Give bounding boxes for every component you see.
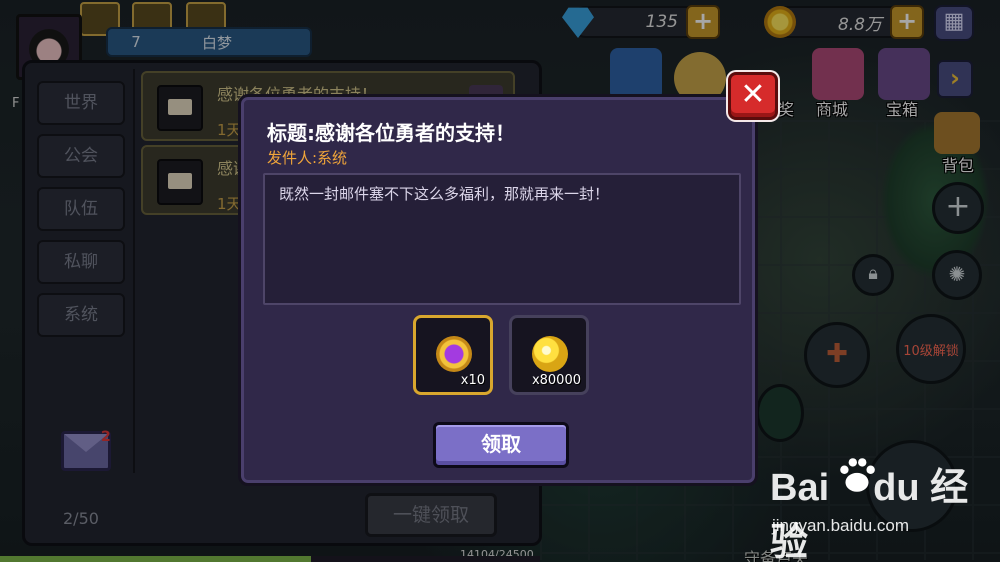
purple-coin-icon (436, 336, 472, 372)
dialog-title: 标题:感谢各位勇者的支持！ (267, 121, 515, 145)
watermark-logo: Bai du 经验 (770, 467, 969, 562)
paw-icon (840, 458, 875, 492)
reward-quantity: x10 (460, 373, 485, 388)
reward-slot[interactable]: x10 (413, 315, 493, 395)
baidu-watermark: Bai du 经验 jingyan.baidu.com (770, 456, 990, 562)
claim-button[interactable]: 领取 (433, 422, 569, 468)
mail-detail-dialog: 标题:感谢各位勇者的支持！ 发件人:系统 既然一封邮件塞不下这么多福利，那就再来… (238, 94, 758, 486)
dialog-sender: 发件人:系统 (267, 149, 348, 167)
watermark-url: jingyan.baidu.com (772, 516, 910, 535)
reward-slot[interactable]: x80000 (509, 315, 589, 395)
close-icon[interactable]: ✕ (728, 72, 778, 120)
gold-coin-icon (532, 336, 568, 372)
dialog-body: 既然一封邮件塞不下这么多福利，那就再来一封！ (263, 173, 741, 305)
reward-quantity: x80000 (531, 373, 581, 388)
